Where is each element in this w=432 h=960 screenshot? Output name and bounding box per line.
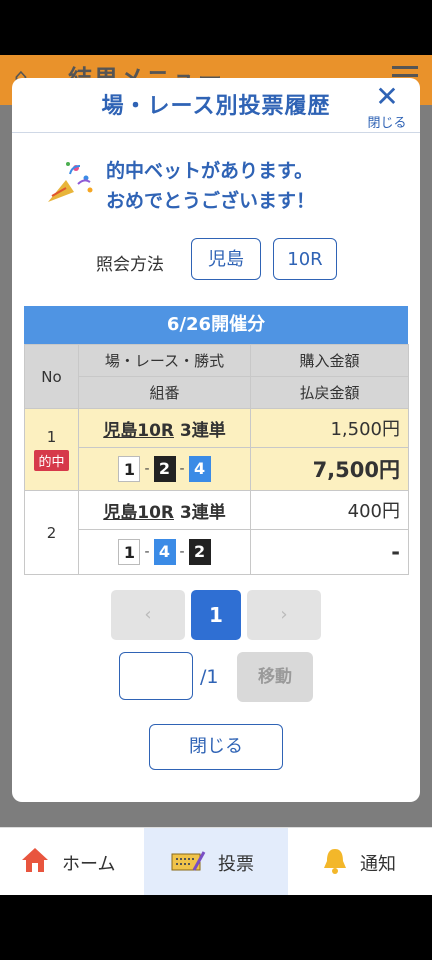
party-popper-icon — [48, 162, 93, 202]
combo-box-3: 2 — [188, 539, 211, 565]
congrats-line-1: 的中ベットがあります。 — [106, 160, 314, 182]
vote-history-modal: 場・レース別投票履歴 ✕ 閉じる 的中ベットがあります。 おめでとうございます！… — [12, 78, 420, 802]
combo-box-3: 4 — [188, 456, 211, 482]
col-no: No — [24, 344, 79, 409]
nav-notify[interactable]: 通知 — [288, 828, 432, 896]
buy-amount: 400円 — [250, 490, 409, 530]
nav-home-label: ホーム — [62, 854, 116, 875]
combo-cell: 1 - 4 - 2 — [78, 529, 251, 575]
hit-badge: 的中 — [34, 450, 69, 471]
bet-type: 3連単 — [179, 502, 226, 523]
combo-box-1: 1 — [118, 456, 141, 482]
inquiry-method: 照会方法 児島 10R — [12, 238, 420, 282]
next-page-button[interactable]: › — [247, 590, 321, 640]
combo-box-1: 1 — [118, 539, 141, 565]
modal-close-button[interactable]: ✕ 閉じる — [362, 82, 412, 132]
nav-vote[interactable]: 投票 — [144, 828, 288, 896]
close-label[interactable]: 閉じる — [362, 112, 412, 131]
row-no-cell: 1 的中 — [24, 408, 79, 491]
page-1-button[interactable]: 1 — [191, 590, 241, 640]
row-no: 2 — [24, 490, 79, 575]
vote-history-table: 6/26開催分 No 場・レース・勝式 購入金額 組番 払戻金額 1 的中 児島… — [24, 306, 409, 575]
bell-icon — [324, 849, 346, 874]
venue-select-button[interactable]: 児島 — [191, 238, 261, 280]
combo-box-2: 4 — [153, 539, 176, 565]
race-cell: 児島10R 3連単 — [78, 408, 251, 448]
table-row: 1 的中 児島10R 3連単 1,500円 — [24, 408, 409, 491]
page-total: /1 — [200, 666, 219, 688]
close-icon[interactable]: ✕ — [362, 82, 412, 112]
table-row: 2 児島10R 3連単 400円 — [24, 490, 409, 575]
col-payout: 払戻金額 — [250, 376, 409, 409]
date-header: 6/26開催分 — [24, 306, 408, 344]
col-race: 場・レース・勝式 — [78, 344, 251, 377]
home-icon — [22, 848, 48, 872]
col-buy: 購入金額 — [250, 344, 409, 377]
race-cell: 児島10R 3連単 — [78, 490, 251, 530]
inquiry-label: 照会方法 — [96, 255, 164, 275]
system-nav-area — [0, 895, 432, 960]
race-link[interactable]: 児島10R — [103, 503, 174, 523]
nav-home[interactable]: ホーム — [0, 828, 144, 896]
status-bar-area — [0, 0, 432, 55]
payout-amount: 7,500円 — [250, 447, 409, 491]
prev-page-button[interactable]: ‹ — [111, 590, 185, 640]
row-no: 1 — [46, 428, 57, 446]
race-select-button[interactable]: 10R — [273, 238, 337, 280]
bottom-nav: ホーム 投票 通知 — [0, 827, 432, 896]
congrats-line-2: おめでとうございます！ — [106, 190, 316, 212]
move-button[interactable]: 移動 — [237, 652, 313, 702]
payout-amount: - — [250, 529, 409, 575]
title-divider — [12, 132, 420, 133]
modal-title: 場・レース別投票履歴 — [101, 94, 331, 119]
col-combo: 組番 — [78, 376, 251, 409]
close-button[interactable]: 閉じる — [149, 724, 283, 770]
page-number-input[interactable] — [119, 652, 193, 700]
race-link[interactable]: 児島10R — [103, 421, 174, 441]
ticket-icon — [171, 851, 206, 871]
congrats-message: 的中ベットがあります。 おめでとうございます！ — [40, 156, 410, 216]
combo-cell: 1 - 2 - 4 — [78, 447, 251, 491]
buy-amount: 1,500円 — [250, 408, 409, 448]
nav-notify-label: 通知 — [360, 854, 396, 875]
nav-vote-label: 投票 — [218, 854, 254, 875]
bet-type: 3連単 — [179, 420, 226, 441]
combo-box-2: 2 — [153, 456, 176, 482]
